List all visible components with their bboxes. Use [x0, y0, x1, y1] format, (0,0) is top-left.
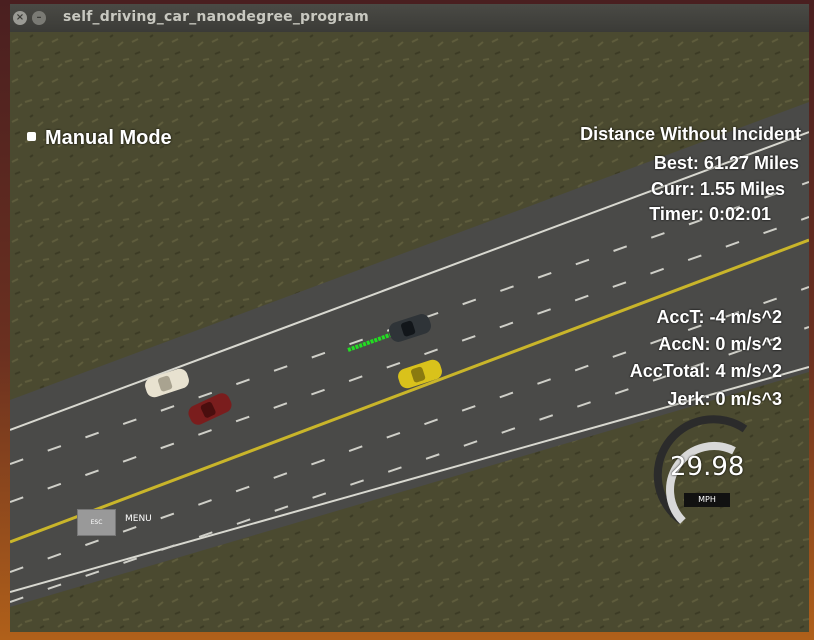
menu-label: MENU	[125, 514, 152, 524]
acc-n-readout: AccN: 0 m/s^2	[658, 334, 782, 354]
simulation-view: Manual Mode Distance Without Incident Be…	[10, 32, 809, 632]
window-titlebar[interactable]: × – self_driving_car_nanodegree_program	[10, 4, 809, 32]
speed-value: 29.98	[670, 452, 745, 482]
manual-mode-checkbox[interactable]	[27, 132, 36, 141]
current-distance: Curr: 1.55 Miles	[650, 179, 785, 199]
distance-title: Distance Without Incident	[580, 124, 801, 144]
speed-unit: MPH	[684, 493, 730, 507]
acc-total-readout: AccTotal: 4 m/s^2	[629, 361, 782, 381]
window-title: self_driving_car_nanodegree_program	[63, 9, 369, 25]
timer: Timer: 0:02:01	[649, 204, 771, 224]
close-icon[interactable]: ×	[13, 11, 27, 25]
minimize-icon[interactable]: –	[32, 11, 46, 25]
manual-mode-label: Manual Mode	[45, 127, 172, 149]
esc-button[interactable]: ESC	[77, 509, 116, 536]
acc-t-readout: AccT: -4 m/s^2	[656, 307, 782, 327]
best-distance: Best: 61.27 Miles	[653, 153, 799, 173]
simulator-window: × – self_driving_car_nanodegree_program	[10, 4, 809, 632]
road-scene	[10, 32, 809, 632]
jerk-readout: Jerk: 0 m/s^3	[667, 389, 782, 409]
